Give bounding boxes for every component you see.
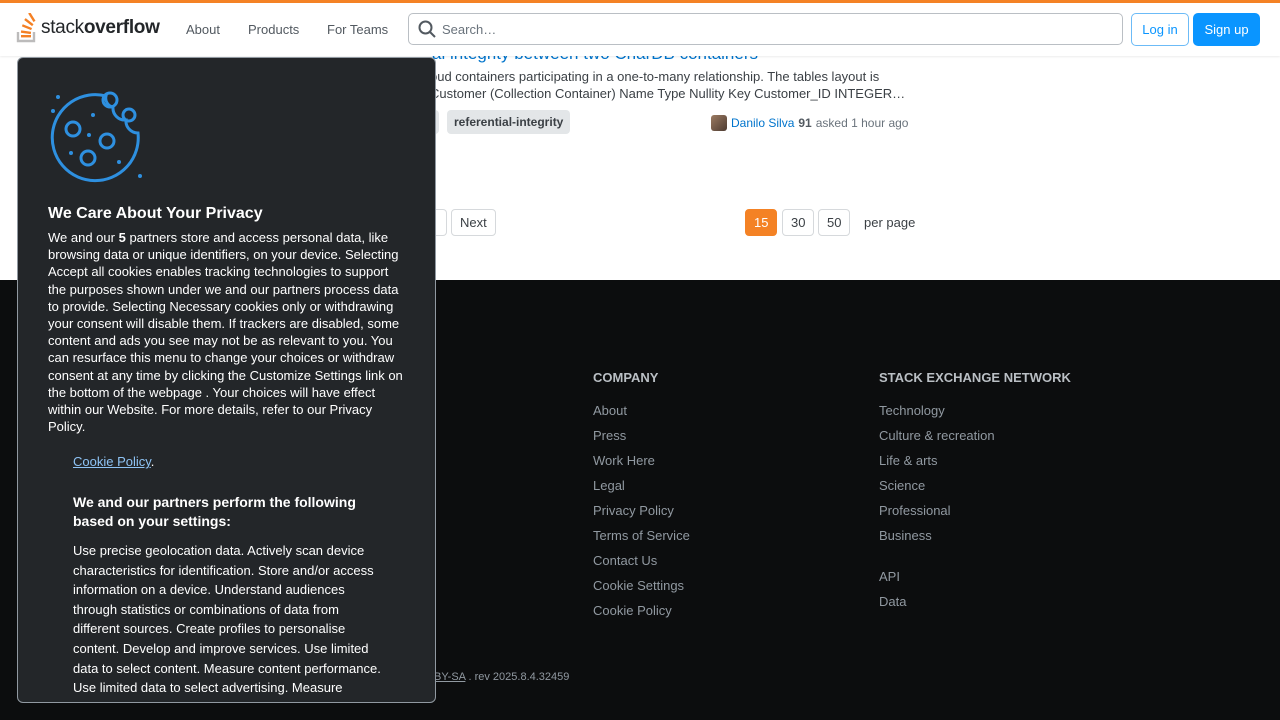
excerpt-line: Customer (Collection Container) Name Typ…: [430, 86, 906, 101]
license-link[interactable]: BY-SA: [434, 671, 465, 683]
search-box[interactable]: [408, 13, 1123, 45]
per-page-label: per page: [864, 215, 916, 230]
nav-products[interactable]: Products: [248, 22, 299, 37]
footer-link[interactable]: Technology: [879, 403, 945, 418]
privacy-heading: We Care About Your Privacy: [48, 205, 263, 222]
avatar[interactable]: [711, 115, 727, 131]
page-size-50[interactable]: 50: [818, 209, 851, 236]
footer-link[interactable]: Culture & recreation: [879, 428, 995, 443]
footer-link[interactable]: Cookie Settings: [593, 578, 684, 593]
tag-referential-integrity[interactable]: referential-integrity: [447, 110, 571, 134]
footer-link[interactable]: Terms of Service: [593, 528, 690, 543]
logo-text: stackoverflow: [41, 17, 160, 38]
cookie-policy-line: Cookie Policy.: [73, 454, 155, 469]
purposes-text: Use precise geolocation data. Actively s…: [73, 543, 381, 702]
footer-link[interactable]: Professional: [879, 503, 951, 518]
footer-copyright: BY-SA . rev 2025.8.4.32459: [434, 671, 569, 683]
footer-link[interactable]: Data: [879, 594, 906, 609]
pager-next[interactable]: Next: [451, 209, 496, 236]
purposes-heading: We and our partners perform the followin…: [73, 494, 356, 529]
footer-link[interactable]: Science: [879, 478, 925, 493]
footer-link[interactable]: Press: [593, 428, 626, 443]
cookie-policy-link[interactable]: Cookie Policy: [73, 454, 151, 469]
excerpt-line: oud containers participating in a one-to…: [430, 69, 880, 84]
signup-button[interactable]: Sign up: [1193, 13, 1260, 46]
question-owner: Danilo Silva 91 asked 1 hour ago: [711, 115, 908, 131]
footer-link[interactable]: Legal: [593, 478, 625, 493]
footer-network-heading: STACK EXCHANGE NETWORK: [879, 370, 1071, 385]
nav-for-teams[interactable]: For Teams: [327, 22, 388, 37]
owner-name[interactable]: Danilo Silva: [731, 116, 794, 130]
nav-about[interactable]: About: [186, 22, 220, 37]
asked-time[interactable]: asked 1 hour ago: [816, 116, 909, 130]
footer-link[interactable]: Work Here: [593, 453, 655, 468]
privacy-body: We and our 5 partners store and access p…: [48, 230, 403, 435]
footer-link[interactable]: Business: [879, 528, 932, 543]
footer-link[interactable]: Privacy Policy: [593, 503, 674, 518]
cookie-icon: [50, 91, 142, 183]
top-bar: stackoverflow About Products For Teams L…: [0, 0, 1280, 56]
search-input[interactable]: [442, 14, 1112, 44]
footer-link[interactable]: Contact Us: [593, 553, 657, 568]
stack-overflow-logo-icon: [16, 13, 36, 43]
footer-link[interactable]: API: [879, 569, 900, 584]
owner-reputation: 91: [798, 116, 812, 130]
login-button[interactable]: Log in: [1131, 13, 1189, 46]
footer-company-heading: COMPANY: [593, 370, 659, 385]
footer-link[interactable]: Life & arts: [879, 453, 938, 468]
search-icon: [418, 20, 436, 38]
footer-link[interactable]: Cookie Policy: [593, 603, 672, 618]
page-size-15[interactable]: 15: [745, 209, 778, 236]
question-excerpt: oud containers participating in a one-to…: [430, 68, 910, 102]
footer-link[interactable]: About: [593, 403, 627, 418]
privacy-dialog: We Care About Your Privacy We and our 5 …: [17, 57, 436, 703]
revision: . rev 2025.8.4.32459: [468, 671, 570, 683]
page-size-30[interactable]: 30: [782, 209, 815, 236]
partners-count: 5: [118, 230, 126, 245]
stack-overflow-logo[interactable]: stackoverflow: [16, 12, 160, 44]
